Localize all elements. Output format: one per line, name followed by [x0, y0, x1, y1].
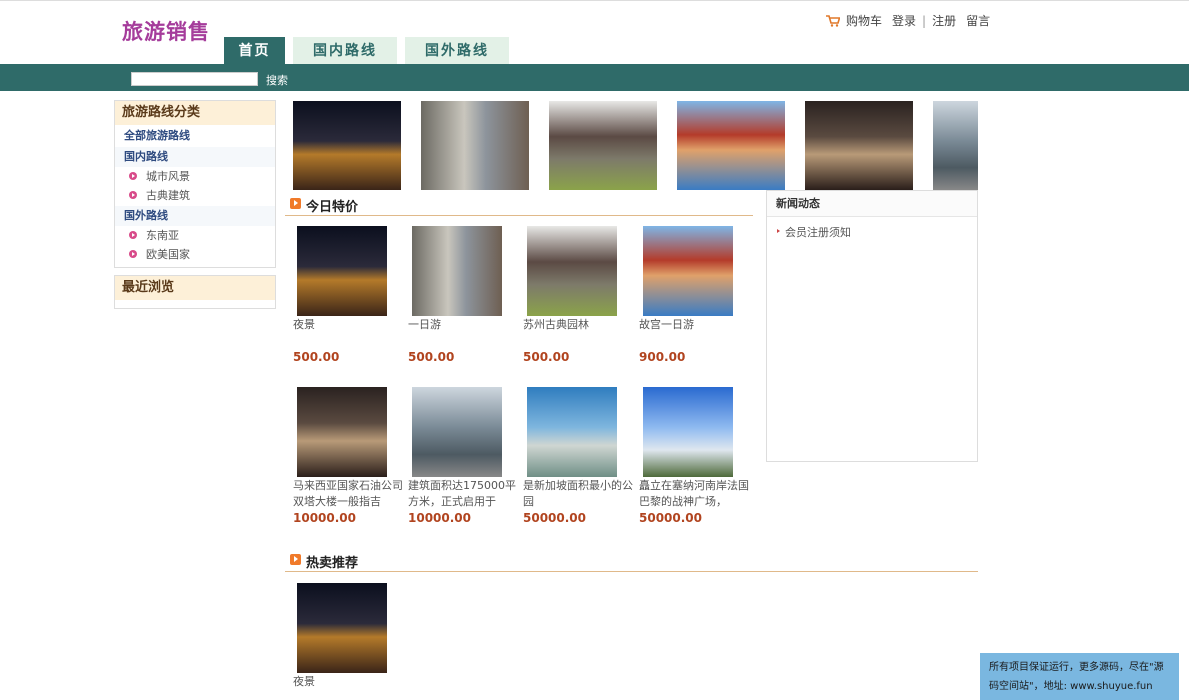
product-photo[interactable]: [297, 583, 387, 673]
product-photo[interactable]: [527, 226, 617, 316]
product-price: 500.00: [293, 350, 340, 364]
cart-icon[interactable]: [826, 14, 840, 27]
product-name[interactable]: 故宫一日游: [639, 317, 754, 333]
recent-views-panel: 最近浏览: [114, 275, 276, 309]
link-separator: |: [922, 13, 927, 28]
product-name[interactable]: 是新加坡面积最小的公园: [523, 478, 638, 510]
category-item-southeast-asia[interactable]: 东南亚: [115, 226, 275, 245]
product-photo[interactable]: [527, 387, 617, 477]
category-panel: 旅游路线分类 全部旅游路线 国内路线 城市风景 古典建筑 国外路线 东南亚 欧美…: [114, 100, 276, 268]
product-price: 500.00: [523, 350, 570, 364]
category-title: 旅游路线分类: [115, 101, 275, 125]
product-price: 10000.00: [293, 511, 357, 525]
category-item-label: 古典建筑: [146, 189, 190, 202]
product-name[interactable]: 马来西亚国家石油公司双塔大楼一般指吉: [293, 478, 408, 510]
hot-title: 热卖推荐: [306, 556, 359, 571]
search-bar: 搜索: [0, 64, 1189, 91]
top-border: [0, 0, 1189, 1]
bullet-icon: [129, 191, 137, 199]
category-item-label: 城市风景: [146, 170, 190, 183]
category-item-classical-architecture[interactable]: 古典建筑: [115, 186, 275, 205]
message-link[interactable]: 留言: [966, 12, 990, 29]
arrow-icon: [290, 198, 301, 209]
product-photo[interactable]: [297, 387, 387, 477]
news-item[interactable]: 会员注册须知: [767, 224, 977, 240]
product-photo[interactable]: [643, 226, 733, 316]
product-name[interactable]: 夜景: [293, 674, 408, 690]
register-link[interactable]: 注册: [932, 12, 956, 29]
source-notice: 所有项目保证运行，更多源码，尽在"源码空间站"，地址: www.shuyue.f…: [980, 653, 1179, 700]
nav-tab-overseas[interactable]: 国外路线: [405, 37, 509, 64]
product-name[interactable]: 建筑面积达175000平方米，正式启用于: [408, 478, 523, 510]
product-price: 10000.00: [408, 511, 472, 525]
category-item-city-scenery[interactable]: 城市风景: [115, 167, 275, 186]
arrow-icon: [290, 554, 301, 565]
login-link[interactable]: 登录: [892, 12, 916, 29]
today-special-title: 今日特价: [306, 200, 359, 215]
product-price: 900.00: [639, 350, 686, 364]
product-name[interactable]: 夜景: [293, 317, 408, 333]
cart-link[interactable]: 购物车: [846, 12, 882, 29]
all-routes-link[interactable]: 全部旅游路线: [115, 125, 275, 147]
category-item-europe-america[interactable]: 欧美国家: [115, 245, 275, 264]
product-price: 50000.00: [523, 511, 587, 525]
nav-tab-home[interactable]: 首页: [224, 37, 285, 64]
news-title: 新闻动态: [767, 191, 977, 217]
top-links: 购物车 登录 | 注册 留言: [826, 12, 990, 29]
category-item-label: 欧美国家: [146, 248, 190, 261]
product-photo[interactable]: [412, 226, 502, 316]
category-item-label: 东南亚: [146, 229, 179, 242]
thumbnail-shopping-street[interactable]: [421, 101, 529, 190]
product-price: 50000.00: [639, 511, 703, 525]
product-name[interactable]: 苏州古典园林: [523, 317, 638, 333]
thumbnail-carousel: [293, 101, 978, 190]
main-nav: 首页 国内路线 国外路线: [224, 37, 509, 64]
bullet-icon: [129, 231, 137, 239]
thumbnail-palace-reflection[interactable]: [677, 101, 785, 190]
recent-views-title: 最近浏览: [115, 276, 275, 300]
product-photo[interactable]: [412, 387, 502, 477]
thumbnail-night-city[interactable]: [293, 101, 401, 190]
hot-header: 热卖推荐: [285, 550, 978, 572]
product-price: 500.00: [408, 350, 455, 364]
product-photo[interactable]: [643, 387, 733, 477]
site-logo[interactable]: 旅游销售: [122, 16, 210, 46]
nav-tab-domestic[interactable]: 国内路线: [293, 37, 397, 64]
product-photo[interactable]: [297, 226, 387, 316]
bullet-icon: [129, 172, 137, 180]
thumbnail-twin-towers[interactable]: [805, 101, 913, 190]
search-button[interactable]: 搜索: [266, 72, 288, 88]
bullet-icon: [129, 250, 137, 258]
thumbnail-classical-garden[interactable]: [549, 101, 657, 190]
today-special-header: 今日特价: [285, 194, 753, 216]
product-name[interactable]: 矗立在塞纳河南岸法国巴黎的战神广场，: [639, 478, 754, 510]
search-input[interactable]: [131, 72, 258, 86]
news-panel: 新闻动态 会员注册须知: [766, 190, 978, 462]
domestic-routes-link[interactable]: 国内路线: [115, 147, 275, 167]
thumbnail-city-buildings[interactable]: [933, 101, 978, 190]
overseas-routes-link[interactable]: 国外路线: [115, 206, 275, 226]
product-name[interactable]: 一日游: [408, 317, 523, 333]
